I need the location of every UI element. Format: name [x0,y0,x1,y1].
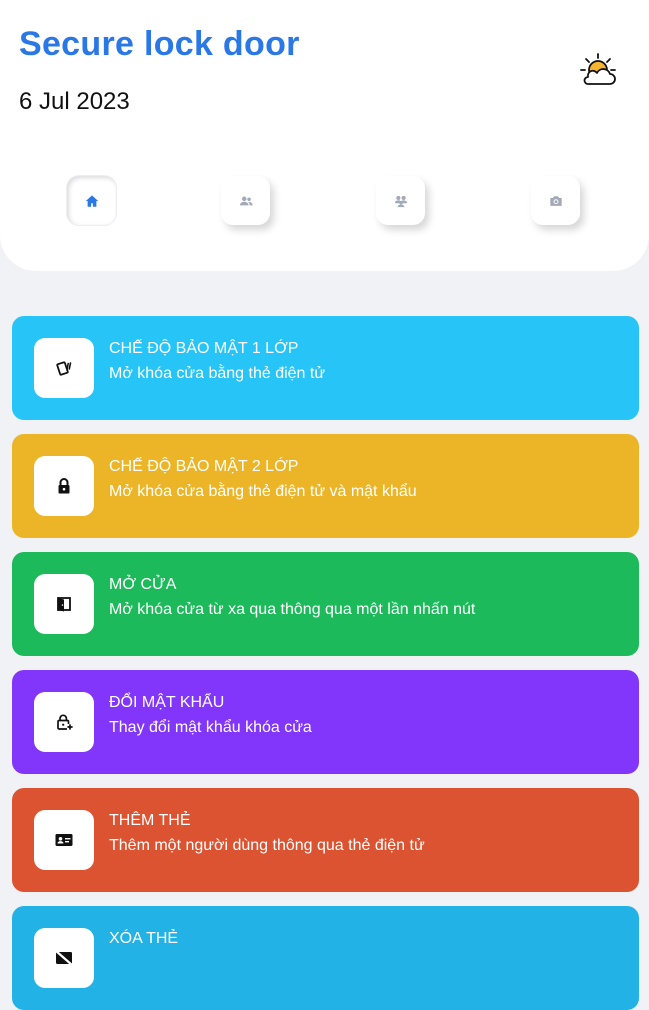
card-icon-box [34,928,94,988]
card-remove-icon [55,950,73,966]
card-icon-box [34,692,94,752]
add-card-card[interactable]: THÊM THẺ Thêm một người dùng thông qua t… [12,788,639,892]
card-title: XÓA THẺ [109,930,179,947]
current-date: 6 Jul 2023 [19,88,130,115]
card-title: ĐỔI MẬT KHẨU [109,694,225,711]
security-level-2-card[interactable]: CHẾ ĐỘ BẢO MẬT 2 LỚP Mở khóa cửa bằng th… [12,434,639,538]
app-title: Secure lock door [19,25,300,63]
card-subtitle: Mở khóa cửa từ xa qua thông qua một lần … [109,601,476,618]
security-level-1-card[interactable]: CHẾ ĐỘ BẢO MẬT 1 LỚP Mở khóa cửa bằng th… [12,316,639,420]
card-title: CHẾ ĐỘ BẢO MẬT 2 LỚP [109,458,299,475]
lock-plus-icon [57,714,73,730]
card-icon-box [34,456,94,516]
id-card-icon [55,834,73,846]
lock-icon [58,478,70,494]
partly-cloudy-icon [580,53,616,85]
card-tap-icon [56,361,72,376]
card-subtitle: Thay đổi mật khẩu khóa cửa [109,719,312,736]
header: Secure lock door 6 Jul 2023 [0,0,649,271]
door-open-icon [57,597,71,612]
card-subtitle: Mở khóa cửa bằng thẻ điện tử [109,365,326,382]
card-title: CHẾ ĐỘ BẢO MẬT 1 LỚP [109,340,299,357]
open-door-card[interactable]: MỞ CỬA Mở khóa cửa từ xa qua thông qua m… [12,552,639,656]
camera-icon [549,195,562,206]
change-password-card[interactable]: ĐỔI MẬT KHẨU Thay đổi mật khẩu khóa cửa [12,670,639,774]
users-icon [394,195,407,207]
nav-user-group-button[interactable] [221,176,270,225]
home-icon [85,194,98,207]
card-subtitle: Mở khóa cửa bằng thẻ điện tử và mật khẩu [109,483,417,500]
nav-users-button[interactable] [376,176,425,225]
nav-camera-button[interactable] [531,176,580,225]
card-icon-box [34,574,94,634]
card-title: MỞ CỬA [109,576,177,593]
card-subtitle: Thêm một người dùng thông qua thẻ điện t… [109,837,425,854]
remove-card-card[interactable]: XÓA THẺ [12,906,639,1010]
nav-home-button[interactable] [67,176,116,225]
card-title: THÊM THẺ [109,812,191,829]
card-icon-box [34,810,94,870]
card-icon-box [34,338,94,398]
user-group-icon [239,196,253,205]
